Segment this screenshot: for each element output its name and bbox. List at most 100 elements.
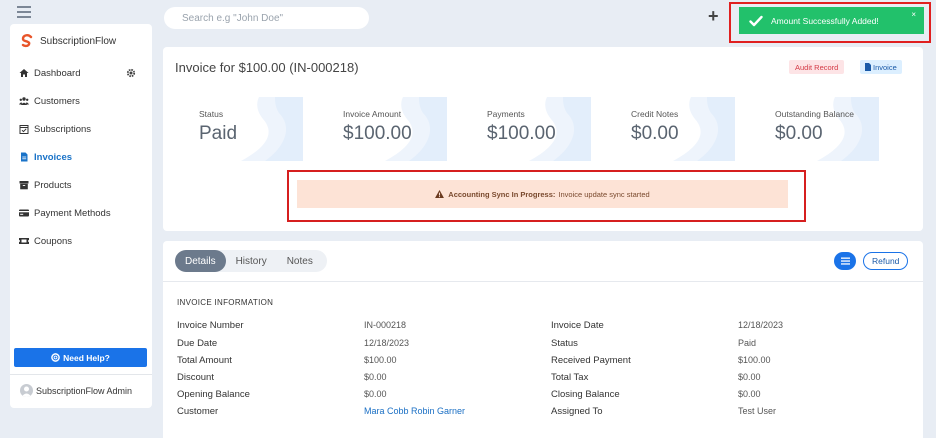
toast-message: Amount Successfully Added! (771, 15, 879, 26)
field-value: Paid (738, 338, 757, 348)
checkmark-icon (749, 15, 763, 26)
ticket-icon (19, 238, 29, 244)
tab-notes[interactable]: Notes (277, 250, 323, 272)
stat-label: Invoice Amount (343, 109, 402, 119)
stat-value: $100.00 (487, 123, 556, 144)
field-value: $0.00 (364, 389, 387, 399)
avatar-icon (20, 384, 33, 397)
users-icon (19, 97, 29, 105)
tab-history[interactable]: History (226, 250, 277, 272)
user-profile[interactable]: SubscriptionFlow Admin (20, 384, 132, 397)
info-row: Total Amount $100.00 Received Payment $1… (177, 355, 917, 372)
stat-label: Status (199, 109, 224, 119)
decorative-wave (241, 97, 303, 161)
stat-value: Paid (199, 123, 238, 144)
sidebar-item-label: Payment Methods (34, 207, 111, 219)
sidebar-item-products[interactable]: Products (10, 171, 152, 199)
field-label: Total Amount (177, 355, 232, 366)
field-value: $0.00 (364, 372, 387, 382)
sync-alert-message: Invoice update sync started (558, 189, 650, 199)
sidebar-item-invoices[interactable]: Invoices (10, 143, 152, 171)
stat-label: Payments (487, 109, 525, 119)
info-row: Invoice Number IN-000218 Invoice Date 12… (177, 320, 917, 337)
info-row: Discount $0.00 Total Tax $0.00 (177, 372, 917, 389)
field-label: Received Payment (551, 355, 631, 366)
decorative-wave (673, 97, 735, 161)
decorative-wave (817, 97, 879, 161)
sidebar-item-label: Invoices (34, 151, 73, 163)
field-value: $0.00 (738, 389, 761, 399)
sync-alert: Accounting Sync In Progress: Invoice upd… (297, 180, 788, 208)
sidebar-item-label: Subscriptions (34, 123, 92, 135)
audit-record-badge[interactable]: Audit Record (789, 60, 845, 74)
stat-payments: Payments $100.00 (451, 97, 591, 161)
brand[interactable]: SubscriptionFlow (20, 34, 116, 48)
sidebar-item-coupons[interactable]: Coupons (10, 227, 152, 255)
field-value: 12/18/2023 (364, 338, 410, 348)
tab-details[interactable]: Details (175, 250, 226, 272)
sidebar-item-label: Dashboard (34, 67, 81, 79)
field-label: Discount (177, 372, 214, 383)
invoice-badge[interactable]: Invoice (860, 60, 902, 74)
list-icon (840, 257, 850, 265)
actions-menu-button[interactable] (834, 252, 856, 270)
close-icon[interactable]: × (911, 10, 916, 19)
sidebar-item-dashboard[interactable]: Dashboard (10, 59, 152, 87)
field-label: Assigned To (551, 406, 603, 417)
field-label: Invoice Number (177, 320, 244, 331)
brand-logo-icon (21, 34, 33, 48)
sidebar-item-label: Products (34, 179, 72, 191)
sidebar-item-subscriptions[interactable]: Subscriptions (10, 115, 152, 143)
refund-button[interactable]: Refund (863, 252, 909, 270)
field-value: 12/18/2023 (738, 320, 784, 330)
search-input[interactable] (164, 7, 369, 29)
field-label: Due Date (177, 338, 218, 349)
info-row: Customer Mara Cobb Robin Garner Assigned… (177, 406, 917, 423)
customer-link[interactable]: Mara Cobb Robin Garner (364, 406, 465, 416)
field-label: Total Tax (551, 372, 589, 383)
sidebar-item-payment-methods[interactable]: Payment Methods (10, 199, 152, 227)
home-icon (19, 69, 29, 77)
admin-name: SubscriptionFlow Admin (36, 385, 133, 396)
stat-invoice-amount: Invoice Amount $100.00 (307, 97, 447, 161)
info-row: Opening Balance $0.00 Closing Balance $0… (177, 389, 917, 406)
stat-status: Status Paid (163, 97, 303, 161)
field-label: Opening Balance (177, 389, 250, 400)
need-help-button[interactable]: Need Help? (14, 348, 147, 367)
add-icon[interactable]: + (708, 7, 719, 25)
divider (163, 281, 923, 282)
stat-value: $0.00 (631, 123, 679, 144)
field-value: $0.00 (738, 372, 761, 382)
gear-icon[interactable] (126, 68, 136, 78)
lifebuoy-icon (51, 353, 60, 362)
field-label: Customer (177, 406, 219, 417)
field-label: Invoice Date (551, 320, 604, 331)
field-label: Closing Balance (551, 389, 620, 400)
sync-alert-title: Accounting Sync In Progress: (448, 189, 556, 199)
info-row: Due Date 12/18/2023 Status Paid (177, 338, 917, 355)
invoice-icon (21, 152, 28, 162)
box-icon (19, 181, 29, 190)
invoice-summary-card: Invoice for $100.00 (IN-000218) Audit Re… (163, 47, 923, 231)
sidebar: SubscriptionFlow Dashboard Customers Sub… (10, 24, 152, 408)
stat-label: Outstanding Balance (775, 109, 854, 119)
stat-credit-notes: Credit Notes $0.00 (595, 97, 735, 161)
warning-icon (435, 190, 445, 198)
field-label: Status (551, 338, 578, 349)
sidebar-nav: Dashboard Customers Subscriptions Invoic… (10, 59, 152, 255)
sidebar-item-customers[interactable]: Customers (10, 87, 152, 115)
success-toast: Amount Successfully Added! × (739, 7, 924, 34)
credit-card-icon (19, 209, 29, 217)
sidebar-divider (10, 374, 152, 375)
menu-toggle-icon[interactable] (17, 6, 31, 21)
page-title: Invoice for $100.00 (IN-000218) (175, 60, 359, 75)
stat-value: $0.00 (775, 123, 823, 144)
section-title: INVOICE INFORMATION (177, 298, 274, 307)
brand-name: SubscriptionFlow (40, 35, 117, 47)
file-icon (865, 63, 871, 71)
calendar-check-icon (19, 125, 29, 134)
field-value: $100.00 (364, 355, 397, 365)
field-value: Test User (738, 406, 777, 416)
sidebar-item-label: Customers (34, 95, 80, 107)
details-tabs: Details History Notes (175, 250, 327, 272)
